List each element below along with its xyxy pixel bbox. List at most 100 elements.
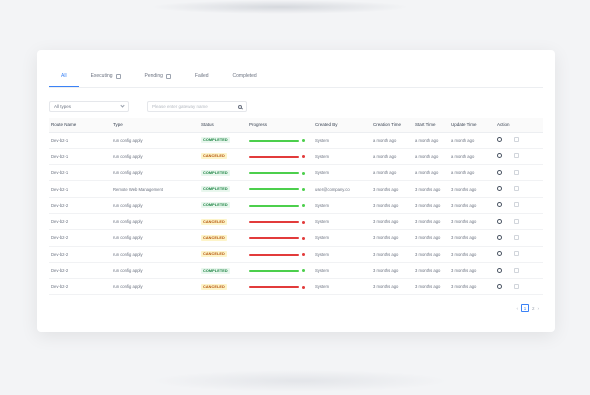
status-badge: COMPLETED bbox=[201, 169, 230, 176]
details-icon[interactable] bbox=[497, 283, 502, 289]
update-time-cell: 3 months ago bbox=[449, 180, 495, 198]
status-badge: CANCELED bbox=[201, 234, 227, 241]
status-badge: CANCELED bbox=[201, 283, 227, 290]
start-time-cell: a month ago bbox=[413, 164, 449, 182]
route-name-cell: Dev-b2-2 bbox=[49, 246, 111, 263]
more-icon[interactable] bbox=[514, 186, 519, 192]
prev-page-button[interactable]: ‹ bbox=[516, 306, 518, 311]
details-icon[interactable] bbox=[497, 186, 502, 192]
page-1-button[interactable]: 1 bbox=[520, 304, 529, 312]
next-page-button[interactable]: › bbox=[538, 306, 540, 311]
creation-time-cell: a month ago bbox=[371, 148, 413, 166]
details-icon[interactable] bbox=[497, 234, 502, 240]
route-name-cell: Dev-b2-2 bbox=[49, 278, 111, 296]
progress-cell bbox=[247, 132, 313, 149]
details-icon[interactable] bbox=[497, 202, 502, 208]
created-by-cell: System bbox=[313, 197, 371, 214]
more-icon[interactable] bbox=[514, 153, 519, 159]
top-decoration bbox=[150, 0, 410, 14]
search-input[interactable]: Please enter gateway name bbox=[147, 101, 247, 112]
start-time-cell: 3 months ago bbox=[413, 229, 449, 247]
column-header: Start Time bbox=[413, 118, 449, 133]
type-cell: run config apply bbox=[111, 213, 199, 231]
table-row: Dev-b2-2 run config apply COMPLETED System 3… bbox=[49, 197, 543, 214]
more-icon[interactable] bbox=[514, 218, 519, 224]
type-select[interactable]: All types bbox=[49, 101, 129, 112]
creation-time-cell: 3 months ago bbox=[371, 262, 413, 280]
details-icon[interactable] bbox=[497, 218, 502, 224]
details-icon[interactable] bbox=[497, 251, 502, 257]
progress-bar bbox=[249, 172, 299, 175]
type-select-value: All types bbox=[54, 104, 72, 109]
progress-bar bbox=[249, 221, 299, 224]
column-header: Type bbox=[111, 118, 199, 133]
list-icon bbox=[165, 73, 171, 79]
progress-cell bbox=[247, 197, 313, 214]
status-tabs: All Executing Pending Failed Completed bbox=[49, 50, 543, 88]
details-icon[interactable] bbox=[497, 137, 502, 143]
status-badge: CANCELED bbox=[201, 251, 227, 258]
progress-bar bbox=[249, 204, 299, 207]
table-row: Dev-b2-1 run config apply COMPLETED System a… bbox=[49, 132, 543, 149]
success-dot-icon bbox=[302, 139, 305, 143]
error-dot-icon bbox=[302, 236, 305, 240]
page-2-button[interactable]: 2 bbox=[532, 306, 535, 311]
route-name-cell: Dev-b2-1 bbox=[49, 148, 111, 166]
route-name-cell: Dev-b2-2 bbox=[49, 197, 111, 214]
route-name-cell: Dev-b2-1 bbox=[49, 180, 111, 198]
action-cell bbox=[495, 180, 543, 198]
route-name-cell: Dev-b2-2 bbox=[49, 213, 111, 231]
tab-label: Pending bbox=[144, 73, 163, 79]
update-time-cell: 3 months ago bbox=[449, 213, 495, 231]
progress-cell bbox=[247, 278, 313, 296]
update-time-cell: 3 months ago bbox=[449, 229, 495, 247]
route-name-cell: Dev-b2-1 bbox=[49, 132, 111, 149]
more-icon[interactable] bbox=[514, 267, 519, 273]
tab-label: All bbox=[61, 73, 67, 79]
tab-executing[interactable]: Executing bbox=[79, 73, 133, 87]
pagination: ‹ 1 2 › bbox=[516, 304, 539, 312]
type-cell: run config apply bbox=[111, 132, 199, 149]
tab-failed[interactable]: Failed bbox=[183, 73, 221, 87]
created-by-cell: System bbox=[313, 229, 371, 247]
search-placeholder: Please enter gateway name bbox=[152, 104, 208, 109]
success-dot-icon bbox=[302, 187, 305, 191]
table-row: Dev-b2-2 run config apply CANCELED System 3 … bbox=[49, 229, 543, 247]
details-icon[interactable] bbox=[497, 169, 502, 175]
update-time-cell: 3 months ago bbox=[449, 278, 495, 296]
start-time-cell: 3 months ago bbox=[413, 246, 449, 263]
created-by-cell: System bbox=[313, 246, 371, 263]
status-cell: CANCELED bbox=[199, 278, 247, 296]
status-badge: COMPLETED bbox=[201, 267, 230, 274]
progress-cell bbox=[247, 229, 313, 247]
chevron-down-icon bbox=[120, 103, 125, 108]
tab-label: Failed bbox=[194, 73, 209, 79]
more-icon[interactable] bbox=[514, 251, 519, 257]
bottom-decoration bbox=[150, 370, 450, 392]
tab-all[interactable]: All bbox=[49, 73, 79, 87]
status-badge: CANCELED bbox=[201, 153, 227, 160]
table-body: Dev-b2-1 run config apply COMPLETED System a… bbox=[49, 132, 543, 296]
tab-pending[interactable]: Pending bbox=[133, 73, 183, 87]
more-icon[interactable] bbox=[514, 169, 519, 175]
details-icon[interactable] bbox=[497, 153, 502, 159]
tab-completed[interactable]: Completed bbox=[221, 73, 269, 87]
more-icon[interactable] bbox=[514, 202, 519, 208]
created-by-cell: System bbox=[313, 164, 371, 182]
created-by-cell: System bbox=[313, 213, 371, 231]
more-icon[interactable] bbox=[514, 137, 519, 143]
table-row: Dev-b2-2 run config apply COMPLETED System 3… bbox=[49, 262, 543, 280]
tab-label: Executing bbox=[90, 73, 113, 79]
error-dot-icon bbox=[302, 285, 305, 289]
start-time-cell: a month ago bbox=[413, 132, 449, 149]
more-icon[interactable] bbox=[514, 234, 519, 240]
type-cell: run config apply bbox=[111, 229, 199, 247]
more-icon[interactable] bbox=[514, 283, 519, 289]
type-cell: run config apply bbox=[111, 278, 199, 296]
table-row: Dev-b2-1 run config apply CANCELED System a … bbox=[49, 148, 543, 166]
search-icon[interactable] bbox=[238, 104, 242, 109]
action-cell bbox=[495, 164, 543, 182]
success-dot-icon bbox=[302, 171, 305, 175]
table-row: Dev-b2-2 run config apply CANCELED System 3 … bbox=[49, 278, 543, 296]
details-icon[interactable] bbox=[497, 267, 502, 273]
